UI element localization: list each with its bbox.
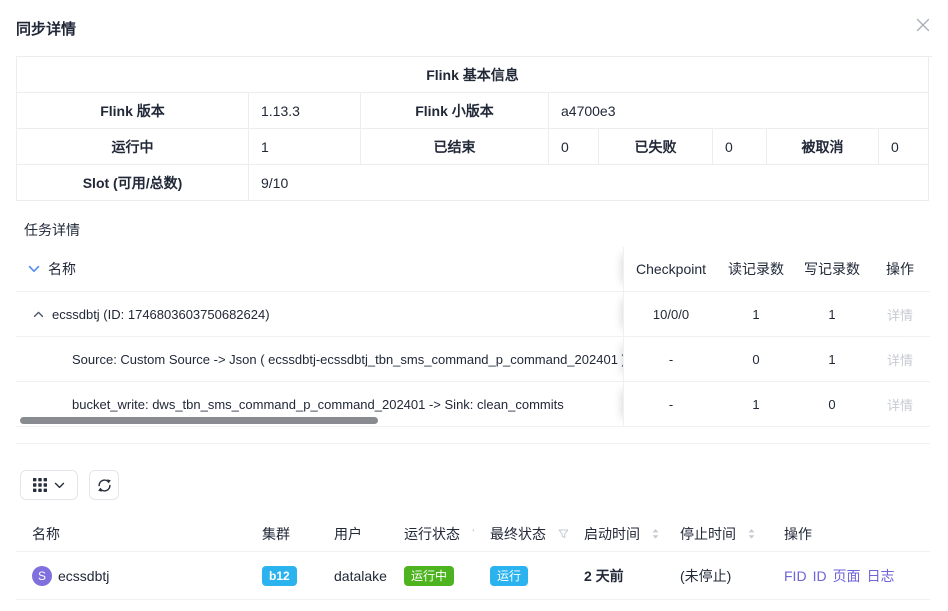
page-link[interactable]: 页面 — [833, 566, 861, 586]
col-header-checkpoint: Checkpoint — [624, 261, 718, 277]
toolbar — [20, 470, 119, 500]
col-header-read-records: 读记录数 — [718, 259, 794, 279]
job-run-status-cell: 运行中 — [388, 566, 474, 586]
task-read-count: 1 — [718, 307, 794, 322]
task-write-count: 1 — [794, 352, 870, 367]
horizontal-scrollbar-thumb[interactable] — [20, 417, 378, 424]
col-header-user: 用户 — [318, 524, 388, 544]
close-icon[interactable] — [915, 17, 931, 33]
col-header-run-status: 运行状态 — [388, 524, 474, 544]
task-detail-link[interactable]: 详情 — [870, 305, 930, 324]
job-name-cell: S ecssdbtj — [16, 566, 246, 586]
grid-icon — [33, 478, 47, 492]
section-divider — [16, 443, 930, 444]
task-name: bucket_write: dws_tbn_sms_command_p_comm… — [72, 397, 564, 412]
job-user-cell: datalake — [318, 568, 388, 584]
task-checkpoint: - — [624, 397, 718, 412]
job-cluster-cell: b12 — [246, 566, 318, 586]
task-details-section-label: 任务详情 — [24, 220, 80, 240]
job-row: S ecssdbtj b12 datalake 运行中 运行 2 天前 (未停止… — [16, 552, 930, 600]
task-write-count: 1 — [794, 307, 870, 322]
task-table-header: 名称 Checkpoint 读记录数 写记录数 操作 — [16, 247, 930, 292]
collapse-row-icon[interactable] — [33, 311, 44, 318]
sorter-icon[interactable] — [748, 529, 755, 539]
final-status-badge: 运行 — [490, 566, 528, 586]
col-header-cluster: 集群 — [246, 524, 318, 544]
col-header-name: 名称 — [16, 524, 246, 544]
task-read-count: 0 — [718, 352, 794, 367]
task-table: 名称 Checkpoint 读记录数 写记录数 操作 ecssdbtj (ID:… — [16, 247, 930, 427]
job-table-header: 名称 集群 用户 运行状态 最终状态 启动时间 — [16, 516, 930, 552]
col-header-write-records: 写记录数 — [794, 259, 870, 279]
col-header-name: 名称 — [48, 259, 76, 279]
finished-value: 0 — [549, 129, 599, 165]
task-name: Source: Custom Source -> Json ( ecssdbtj… — [72, 352, 623, 367]
fid-link[interactable]: FID — [784, 568, 807, 584]
running-value: 1 — [249, 129, 361, 165]
page-title: 同步详情 — [16, 18, 76, 39]
job-name: ecssdbtj — [58, 568, 109, 584]
finished-label: 已结束 — [361, 129, 549, 165]
task-detail-link[interactable]: 详情 — [870, 350, 930, 369]
slot-label: Slot (可用/总数) — [17, 165, 249, 201]
id-link[interactable]: ID — [813, 568, 827, 584]
task-write-count: 0 — [794, 397, 870, 412]
collapse-all-icon[interactable] — [28, 265, 40, 273]
slot-value: 9/10 — [249, 165, 929, 201]
refresh-button[interactable] — [89, 470, 119, 500]
log-link[interactable]: 日志 — [867, 566, 895, 586]
refresh-icon — [97, 478, 112, 493]
job-final-status-cell: 运行 — [474, 566, 568, 586]
sorter-icon[interactable] — [652, 529, 659, 539]
chevron-down-icon — [54, 482, 65, 489]
task-detail-link[interactable]: 详情 — [870, 395, 930, 414]
column-settings-button[interactable] — [20, 470, 78, 500]
avatar: S — [32, 566, 52, 586]
filter-icon[interactable] — [558, 529, 568, 539]
col-header-stop-time: 停止时间 — [664, 524, 768, 544]
job-start-time: 2 天前 — [568, 566, 664, 586]
col-header-action: 操作 — [768, 524, 930, 544]
col-header-start-time: 启动时间 — [568, 524, 664, 544]
task-checkpoint: - — [624, 352, 718, 367]
job-actions-cell: FID ID 页面 日志 — [768, 566, 930, 586]
cancelled-value: 0 — [879, 129, 929, 165]
cluster-badge: b12 — [262, 566, 297, 586]
task-read-count: 1 — [718, 397, 794, 412]
sync-detail-modal: 同步详情 Flink 基本信息 Flink 版本 1.13.3 Flink 小版… — [0, 0, 948, 611]
flink-info-title: Flink 基本信息 — [17, 57, 929, 93]
flink-minor-version-value: a4700e3 — [549, 93, 929, 129]
job-stop-time: (未停止) — [664, 566, 768, 586]
col-header-final-status: 最终状态 — [474, 524, 568, 544]
flink-info-table: Flink 基本信息 Flink 版本 1.13.3 Flink 小版本 a47… — [16, 56, 932, 201]
job-table: 名称 集群 用户 运行状态 最终状态 启动时间 — [16, 516, 930, 600]
flink-version-value: 1.13.3 — [249, 93, 361, 129]
run-status-badge: 运行中 — [404, 566, 454, 586]
task-row-parent: ecssdbtj (ID: 1746803603750682624) 10/0/… — [16, 292, 930, 337]
flink-minor-version-label: Flink 小版本 — [361, 93, 549, 129]
col-header-action: 操作 — [870, 259, 930, 279]
cancelled-label: 被取消 — [767, 129, 879, 165]
flink-version-label: Flink 版本 — [17, 93, 249, 129]
task-name: ecssdbtj (ID: 1746803603750682624) — [52, 307, 270, 322]
failed-label: 已失败 — [599, 129, 713, 165]
failed-value: 0 — [713, 129, 767, 165]
running-label: 运行中 — [17, 129, 249, 165]
task-row-source: Source: Custom Source -> Json ( ecssdbtj… — [16, 337, 930, 382]
task-checkpoint: 10/0/0 — [624, 307, 718, 322]
